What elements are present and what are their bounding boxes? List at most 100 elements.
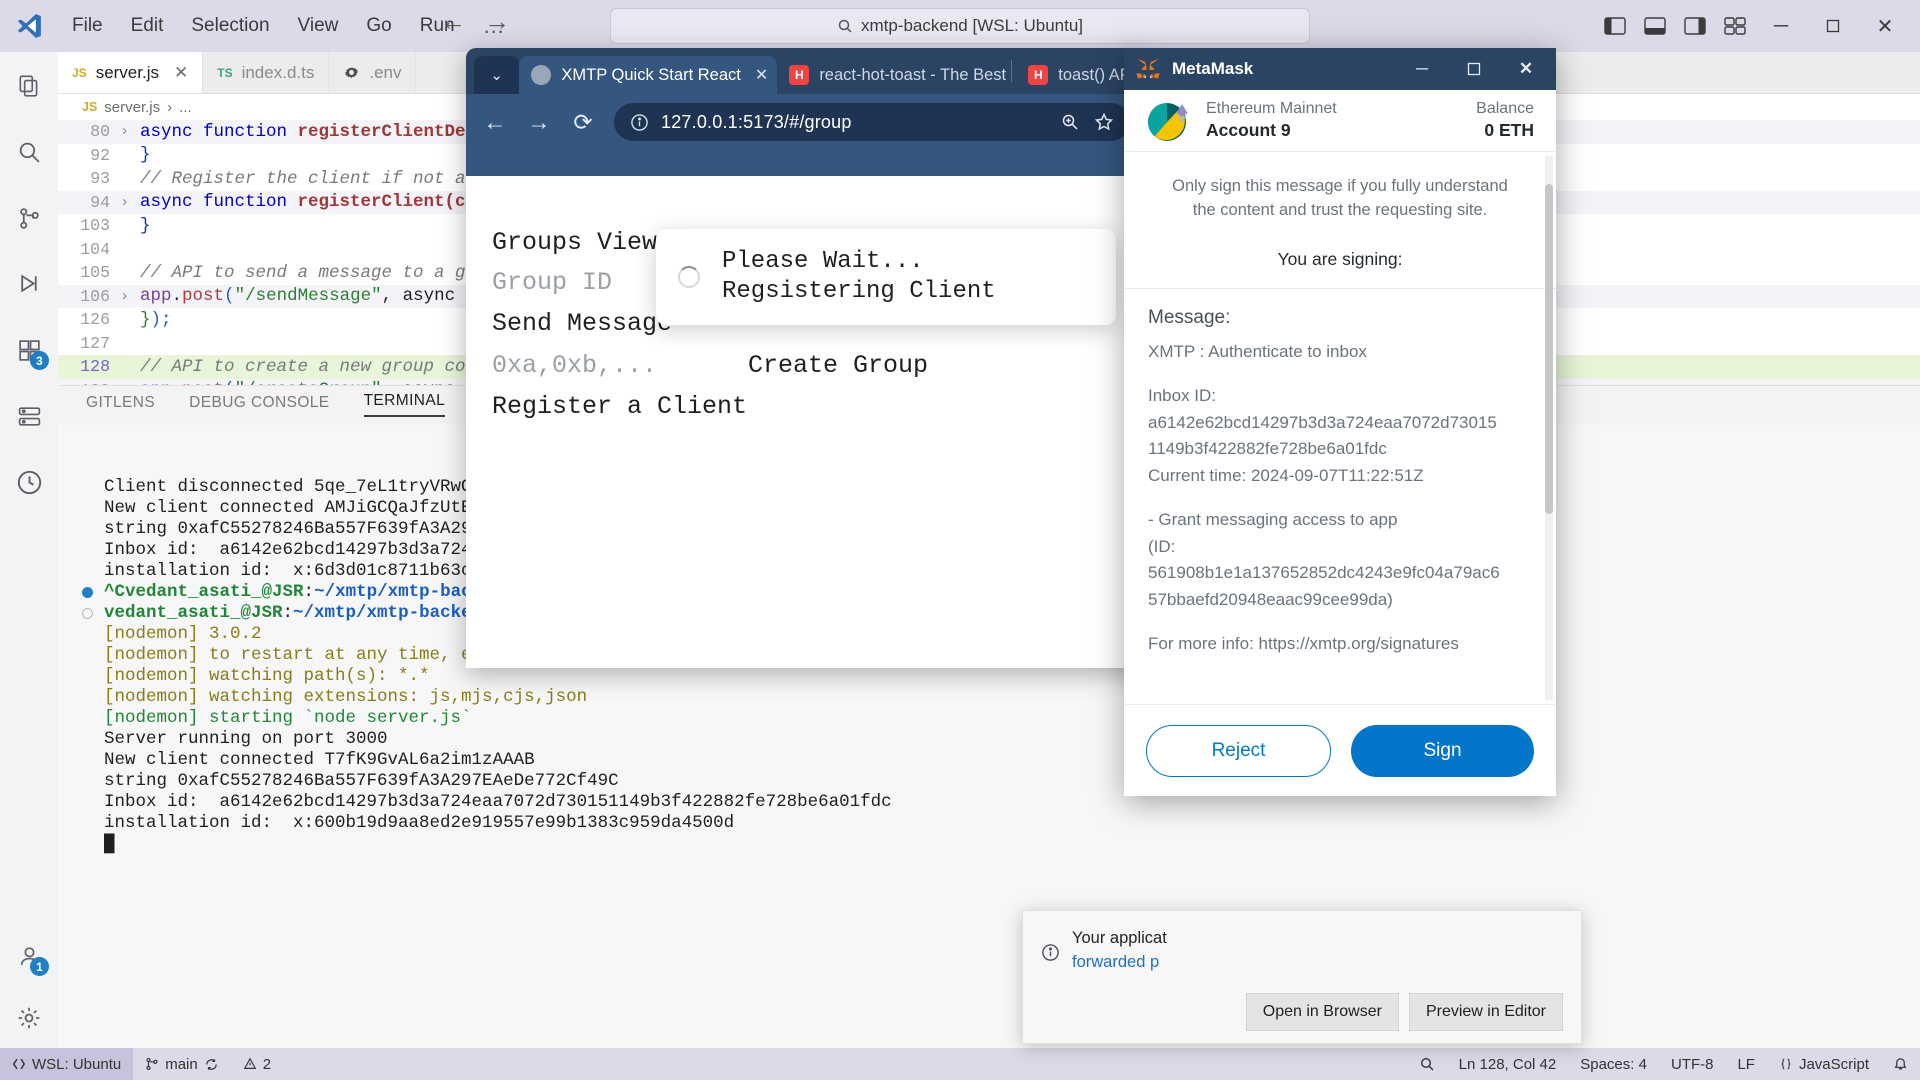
- notification-link[interactable]: forwarded p: [1072, 953, 1159, 971]
- status-indentation[interactable]: Spaces: 4: [1568, 1048, 1659, 1080]
- tab-close-icon[interactable]: ✕: [174, 63, 188, 83]
- window-maximize-button[interactable]: [1810, 0, 1856, 52]
- terminal-line: [nodemon] watching extensions: js,mjs,cj…: [80, 687, 1920, 708]
- gitlens-icon[interactable]: [9, 462, 49, 502]
- fold-chevron-icon[interactable]: ›: [120, 194, 140, 211]
- code-token: }: [140, 309, 151, 330]
- address-bar-url: 127.0.0.1:5173/#/group: [661, 111, 852, 132]
- metamask-minimize-button[interactable]: ─: [1396, 48, 1448, 90]
- info-icon[interactable]: [630, 113, 649, 132]
- status-language-mode[interactable]: JavaScript: [1767, 1048, 1881, 1080]
- addresses-input[interactable]: 0xa,0xb,...: [492, 351, 657, 380]
- metamask-account-header: Ethereum Mainnet Account 9 Balance 0 ETH: [1124, 90, 1556, 152]
- nav-back-icon[interactable]: ←: [440, 8, 466, 34]
- tab-server-js[interactable]: JS server.js ✕: [58, 52, 204, 93]
- search-icon: [1419, 1056, 1435, 1072]
- command-pending-marker-icon: [82, 608, 93, 619]
- status-problems[interactable]: 2: [231, 1048, 283, 1080]
- terminal-line: New client connected T7fK9GvAL6a2im1zAAA…: [80, 750, 1920, 771]
- browser-tab-react-hot-toast[interactable]: H react-hot-toast - The Best ✕: [777, 56, 1007, 94]
- accounts-icon[interactable]: 1: [9, 936, 49, 976]
- terminal-line: installation id: x:600b19d9aa8ed2e919557…: [80, 813, 1920, 834]
- terminal-line: █: [80, 834, 1920, 855]
- preview-in-editor-button[interactable]: Preview in Editor: [1408, 993, 1563, 1031]
- open-in-browser-button[interactable]: Open in Browser: [1245, 993, 1399, 1031]
- status-branch[interactable]: main: [133, 1048, 231, 1080]
- customize-layout-icon[interactable]: [1718, 11, 1752, 41]
- menu-go[interactable]: Go: [352, 11, 405, 41]
- code-token: function: [203, 192, 298, 213]
- metamask-maximize-button[interactable]: [1448, 48, 1500, 90]
- window-minimize-button[interactable]: ─: [1758, 0, 1804, 52]
- status-search-icon-wrap[interactable]: [1407, 1048, 1447, 1080]
- menu-selection[interactable]: Selection: [177, 11, 283, 41]
- panel-tab-debug-console[interactable]: DEBUG CONSOLE: [189, 394, 329, 417]
- group-id-input[interactable]: Group ID: [492, 268, 612, 297]
- menu-file[interactable]: File: [58, 11, 117, 41]
- braces-icon: [1779, 1057, 1793, 1071]
- settings-gear-icon[interactable]: [9, 998, 49, 1038]
- message-line: - Grant messaging access to app: [1148, 510, 1398, 530]
- fold-chevron-icon[interactable]: ›: [120, 123, 140, 140]
- breadcrumb-rest[interactable]: ...: [179, 99, 192, 116]
- fold-chevron-icon[interactable]: ›: [120, 288, 140, 305]
- tab-env[interactable]: .env: [329, 52, 417, 93]
- line-number: 92: [90, 145, 110, 165]
- toggle-primary-sidebar-icon[interactable]: [1598, 11, 1632, 41]
- register-client-button[interactable]: Register a Client: [492, 392, 747, 421]
- explorer-icon[interactable]: [9, 66, 49, 106]
- omnibox-right-icons: [1060, 112, 1114, 132]
- metamask-close-button[interactable]: ✕: [1500, 48, 1552, 90]
- status-cursor-position[interactable]: Ln 128, Col 42: [1447, 1048, 1569, 1080]
- status-eol[interactable]: LF: [1725, 1048, 1767, 1080]
- sign-button[interactable]: Sign: [1351, 724, 1534, 777]
- metamask-scrollbar[interactable]: [1545, 156, 1553, 700]
- line-number: 94: [90, 192, 110, 212]
- terminal-text: [nodemon] watching extensions: js,mjs,cj…: [104, 687, 588, 707]
- sync-icon[interactable]: [204, 1057, 219, 1072]
- send-message-button[interactable]: Send Message: [492, 309, 672, 338]
- balance-value: 0 ETH: [1484, 120, 1534, 140]
- create-group-button[interactable]: Create Group: [748, 351, 928, 380]
- toggle-secondary-sidebar-icon[interactable]: [1678, 11, 1712, 41]
- browser-tab-close-icon[interactable]: ✕: [755, 65, 768, 85]
- message-line: 1149b3f422882fe728be6a01fdc: [1148, 439, 1387, 459]
- tab-index-d-ts[interactable]: TS index.d.ts: [203, 52, 330, 93]
- browser-tab-strip: ⌄ XMTP Quick Start React ✕ H react-hot-t…: [466, 48, 1146, 94]
- browser-reload-icon[interactable]: ⟳: [570, 109, 596, 136]
- tab-search-chevron-icon[interactable]: ⌄: [474, 56, 520, 94]
- star-icon[interactable]: [1094, 112, 1114, 132]
- source-control-icon[interactable]: [9, 198, 49, 238]
- toggle-panel-icon[interactable]: [1638, 11, 1672, 41]
- scrollbar-thumb[interactable]: [1545, 184, 1553, 514]
- remote-explorer-icon[interactable]: [9, 396, 49, 436]
- search-sidebar-icon[interactable]: [9, 132, 49, 172]
- command-success-marker-icon: [82, 587, 93, 598]
- status-remote-indicator[interactable]: WSL: Ubuntu: [0, 1048, 134, 1080]
- reject-button[interactable]: Reject: [1146, 724, 1331, 777]
- browser-tab-xmtp-quick-start[interactable]: XMTP Quick Start React ✕: [519, 56, 778, 94]
- status-encoding[interactable]: UTF-8: [1659, 1048, 1726, 1080]
- browser-forward-icon[interactable]: →: [526, 109, 552, 136]
- command-center-search[interactable]: xmtp-backend [WSL: Ubuntu]: [610, 8, 1310, 44]
- zoom-in-icon[interactable]: [1060, 112, 1080, 132]
- extensions-icon[interactable]: 3: [9, 330, 49, 370]
- status-notifications[interactable]: [1881, 1048, 1920, 1080]
- line-number: 104: [80, 239, 110, 259]
- metamask-signature-scroll[interactable]: Only sign this message if you fully unde…: [1124, 152, 1556, 704]
- nav-forward-icon[interactable]: →: [484, 8, 510, 34]
- groups-view-heading: Groups View: [492, 228, 658, 257]
- menu-view[interactable]: View: [284, 11, 353, 41]
- window-close-button[interactable]: ✕: [1862, 0, 1908, 52]
- menu-edit[interactable]: Edit: [117, 11, 178, 41]
- run-debug-icon[interactable]: [9, 264, 49, 304]
- breadcrumb-js-icon: JS: [82, 100, 98, 114]
- panel-tab-gitlens[interactable]: GITLENS: [86, 394, 155, 417]
- panel-tab-terminal[interactable]: TERMINAL: [363, 392, 446, 417]
- address-bar[interactable]: 127.0.0.1:5173/#/group: [614, 103, 1130, 141]
- message-label: Message:: [1148, 306, 1231, 328]
- browser-back-icon[interactable]: ←: [482, 109, 508, 136]
- breadcrumb-file[interactable]: server.js: [104, 99, 160, 116]
- bookmarks-bar: [466, 150, 1146, 176]
